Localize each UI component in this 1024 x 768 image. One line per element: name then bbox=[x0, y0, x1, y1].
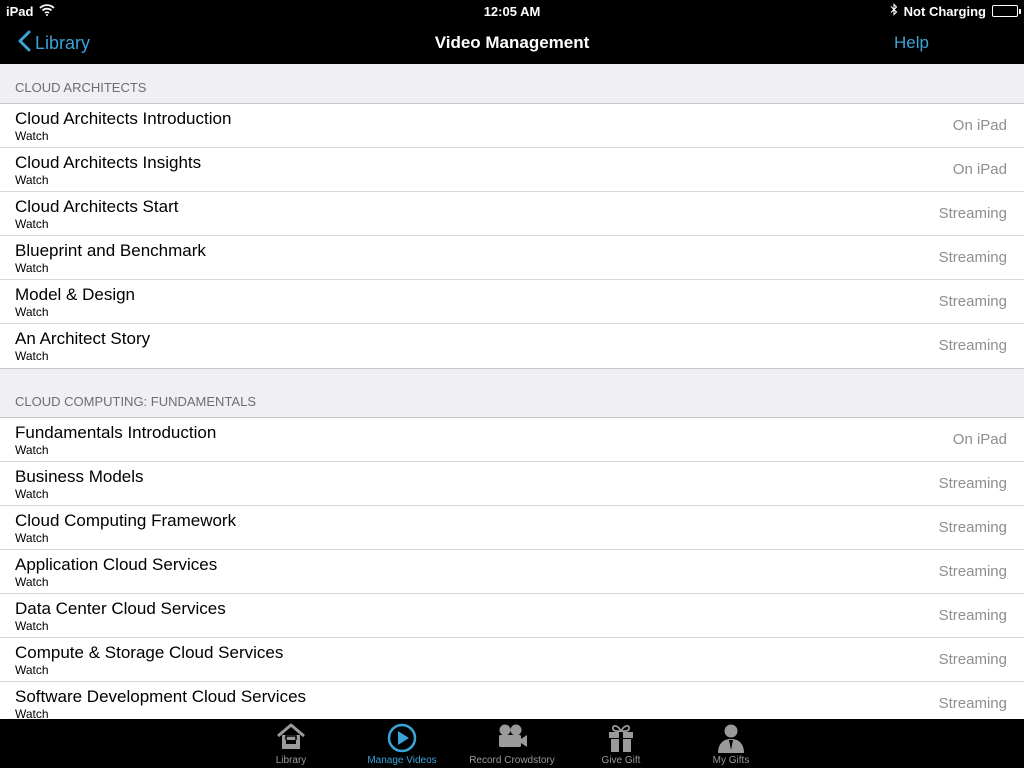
bluetooth-icon bbox=[890, 3, 898, 19]
video-status: On iPad bbox=[952, 431, 1007, 448]
section-header-label: CLOUD COMPUTING: FUNDAMENTALS bbox=[15, 394, 256, 409]
video-status: Streaming bbox=[938, 695, 1007, 712]
status-time: 12:05 AM bbox=[483, 4, 541, 19]
list-item[interactable]: Fundamentals Introduction Watch On iPad bbox=[0, 418, 1024, 462]
battery-icon bbox=[992, 5, 1021, 17]
list-item[interactable]: Cloud Architects Introduction Watch On i… bbox=[0, 104, 1024, 148]
video-status: Streaming bbox=[938, 475, 1007, 492]
list-item[interactable]: Blueprint and Benchmark Watch Streaming bbox=[0, 236, 1024, 280]
video-title: Cloud Architects Start bbox=[15, 197, 179, 216]
watch-link[interactable]: Watch bbox=[15, 575, 49, 589]
back-button-label: Library bbox=[35, 33, 91, 53]
watch-link[interactable]: Watch bbox=[15, 349, 49, 363]
status-right: Not Charging bbox=[890, 3, 1021, 19]
video-title: Model & Design bbox=[15, 285, 136, 304]
video-status: Streaming bbox=[938, 563, 1007, 580]
tab-manage-videos[interactable]: Manage Videos bbox=[347, 719, 457, 768]
back-button[interactable]: Library bbox=[18, 30, 90, 57]
list-item[interactable]: An Architect Story Watch Streaming bbox=[0, 324, 1024, 368]
watch-link[interactable]: Watch bbox=[15, 443, 49, 457]
video-status: On iPad bbox=[952, 161, 1007, 178]
video-status: Streaming bbox=[938, 651, 1007, 668]
video-status: Streaming bbox=[938, 293, 1007, 310]
watch-link[interactable]: Watch bbox=[15, 305, 49, 319]
house-icon bbox=[236, 722, 346, 754]
video-status: On iPad bbox=[952, 117, 1007, 134]
list-item[interactable]: Business Models Watch Streaming bbox=[0, 462, 1024, 506]
video-status: Streaming bbox=[938, 249, 1007, 266]
tab-library[interactable]: Library bbox=[236, 719, 346, 768]
section-header: CLOUD ARCHITECTS bbox=[0, 64, 1024, 104]
gift-icon bbox=[566, 722, 676, 754]
page-title: Video Management bbox=[434, 33, 590, 52]
watch-link[interactable]: Watch bbox=[15, 129, 49, 143]
video-camera-icon bbox=[457, 722, 567, 754]
chevron-left-icon bbox=[18, 30, 31, 57]
watch-link[interactable]: Watch bbox=[15, 531, 49, 545]
play-circle-icon bbox=[347, 722, 457, 754]
video-title: Fundamentals Introduction bbox=[15, 423, 217, 442]
tab-my-gifts[interactable]: My Gifts bbox=[676, 719, 786, 768]
tab-bar: Library Manage Videos Record Crowdstory bbox=[0, 719, 1024, 768]
watch-link[interactable]: Watch bbox=[15, 261, 49, 275]
video-title: Compute & Storage Cloud Services bbox=[15, 643, 284, 662]
tab-record-crowdstory[interactable]: Record Crowdstory bbox=[457, 719, 567, 768]
list-item[interactable]: Software Development Cloud Services Watc… bbox=[0, 682, 1024, 719]
tab-give-gift[interactable]: Give Gift bbox=[566, 719, 676, 768]
watch-link[interactable]: Watch bbox=[15, 217, 49, 231]
video-title: Business Models bbox=[15, 467, 144, 486]
section-header-label: CLOUD ARCHITECTS bbox=[15, 80, 147, 95]
section-header: CLOUD COMPUTING: FUNDAMENTALS bbox=[0, 368, 1024, 418]
video-title: Cloud Computing Framework bbox=[15, 511, 237, 530]
video-title: Cloud Architects Introduction bbox=[15, 109, 232, 128]
video-title: Blueprint and Benchmark bbox=[15, 241, 206, 260]
video-status: Streaming bbox=[938, 337, 1007, 354]
watch-link[interactable]: Watch bbox=[15, 707, 49, 719]
video-title: Cloud Architects Insights bbox=[15, 153, 202, 172]
watch-link[interactable]: Watch bbox=[15, 487, 49, 501]
list-item[interactable]: Cloud Architects Insights Watch On iPad bbox=[0, 148, 1024, 192]
tab-label: My Gifts bbox=[712, 755, 750, 766]
watch-link[interactable]: Watch bbox=[15, 663, 49, 677]
person-icon bbox=[676, 722, 786, 754]
video-status: Streaming bbox=[938, 519, 1007, 536]
watch-link[interactable]: Watch bbox=[15, 173, 49, 187]
help-button[interactable]: Help bbox=[894, 33, 929, 53]
navigation-bar: Library Video Management Help bbox=[0, 22, 1024, 64]
video-title: An Architect Story bbox=[15, 329, 151, 348]
watch-link[interactable]: Watch bbox=[15, 619, 49, 633]
list-item[interactable]: Compute & Storage Cloud Services Watch S… bbox=[0, 638, 1024, 682]
list-item[interactable]: Cloud Architects Start Watch Streaming bbox=[0, 192, 1024, 236]
list-item[interactable]: Data Center Cloud Services Watch Streami… bbox=[0, 594, 1024, 638]
video-status: Streaming bbox=[938, 205, 1007, 222]
video-title: Software Development Cloud Services bbox=[15, 687, 307, 706]
video-status: Streaming bbox=[938, 607, 1007, 624]
video-list[interactable]: CLOUD ARCHITECTS Cloud Architects Introd… bbox=[0, 64, 1024, 719]
battery-status-text: Not Charging bbox=[903, 3, 986, 19]
list-item[interactable]: Cloud Computing Framework Watch Streamin… bbox=[0, 506, 1024, 550]
video-title: Data Center Cloud Services bbox=[15, 599, 226, 618]
status-bar: iPad 12:05 AM Not Charging bbox=[0, 0, 1024, 22]
list-item[interactable]: Application Cloud Services Watch Streami… bbox=[0, 550, 1024, 594]
list-item[interactable]: Model & Design Watch Streaming bbox=[0, 280, 1024, 324]
video-title: Application Cloud Services bbox=[15, 555, 218, 574]
